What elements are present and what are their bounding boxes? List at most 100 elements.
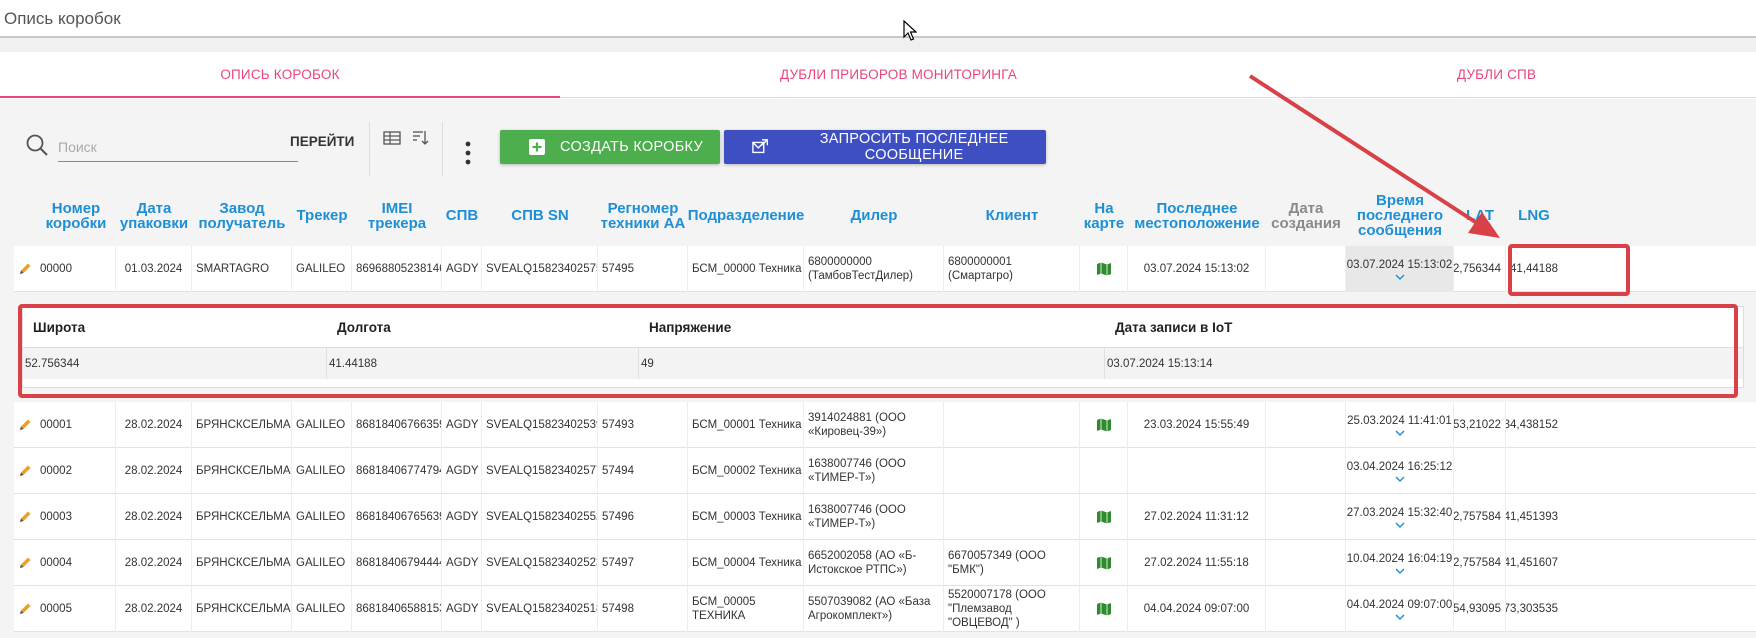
cell-client: [944, 402, 1080, 448]
pencil-icon[interactable]: [17, 555, 33, 571]
cell-last-message-time[interactable]: 04.04.2024 09:07:00: [1346, 586, 1454, 632]
tab-monitoring-duplicates[interactable]: ДУБЛИ ПРИБОРОВ МОНИТОРИНГА: [560, 52, 1237, 98]
col-spv[interactable]: СПВ: [442, 187, 482, 244]
cell-spv: AGDY: [442, 494, 482, 540]
page-title: Опись коробок: [4, 9, 121, 28]
cell-box-number: 00004: [36, 540, 116, 586]
col-division[interactable]: Подразделение: [688, 187, 805, 244]
search-input[interactable]: [58, 132, 298, 162]
cell-spv-sn: SVEALQ15823402523ZC: [482, 540, 598, 586]
search-icon[interactable]: [24, 132, 50, 158]
map-icon[interactable]: [1096, 418, 1112, 432]
table-row[interactable]: 00000 01.03.2024 SMARTAGRO GALILEO 86968…: [14, 246, 1756, 292]
col-box-number[interactable]: Номер коробки: [36, 187, 116, 244]
col-last-location[interactable]: Последнее местоположение: [1128, 187, 1266, 244]
col-lat[interactable]: LAT: [1454, 187, 1506, 244]
table-row[interactable]: 00003 28.02.2024 БРЯНСКСЕЛЬМАШ GALILEO 8…: [14, 494, 1756, 540]
more-options-icon[interactable]: [464, 140, 472, 168]
last-message-time-text: 04.04.2024 09:07:00: [1346, 599, 1453, 611]
cell-pack-date: 01.03.2024: [116, 246, 192, 292]
cell-imei: 869688052381466: [352, 246, 442, 292]
table-row[interactable]: 00002 28.02.2024 БРЯНСКСЕЛЬМАШ GALILEO 8…: [14, 448, 1756, 494]
cell-spv: AGDY: [442, 246, 482, 292]
cell-last-message-time[interactable]: 10.04.2024 16:04:19: [1346, 540, 1454, 586]
last-message-time-text: 10.04.2024 16:04:19: [1346, 553, 1453, 565]
cell-box-number: 00002: [36, 448, 116, 494]
col-on-map[interactable]: На карте: [1080, 187, 1128, 244]
cell-spv: AGDY: [442, 448, 482, 494]
pencil-icon[interactable]: [17, 261, 33, 277]
cell-division: БСМ_00004 Техника: [688, 540, 804, 586]
map-icon[interactable]: [1096, 556, 1112, 570]
col-pack-date[interactable]: Дата упаковки: [116, 187, 192, 244]
cell-tracker: GALILEO: [292, 494, 352, 540]
cell-tracker: GALILEO: [292, 246, 352, 292]
tab-spv-duplicates[interactable]: ДУБЛИ СПВ: [1237, 52, 1756, 98]
cell-regnum: 57494: [598, 448, 688, 494]
cell-tracker: GALILEO: [292, 586, 352, 632]
cell-last-message-time[interactable]: 03.07.2024 15:13:02: [1346, 246, 1454, 292]
col-tracker[interactable]: Трекер: [292, 187, 352, 244]
table-row[interactable]: 00005 28.02.2024 БРЯНСКСЕЛЬМАШ GALILEO 8…: [14, 586, 1756, 632]
create-box-button[interactable]: СОЗДАТЬ КОРОБКУ: [500, 130, 720, 164]
col-plant[interactable]: Завод получатель: [192, 187, 292, 244]
edit-cell: [14, 540, 36, 586]
goto-button[interactable]: ПЕРЕЙТИ: [290, 134, 354, 149]
pencil-icon[interactable]: [17, 509, 33, 525]
col-created-date[interactable]: Дата создания: [1266, 187, 1346, 244]
last-message-time-text: 25.03.2024 11:41:01: [1347, 415, 1452, 427]
cell-pack-date: 28.02.2024: [116, 448, 192, 494]
col-spv-sn[interactable]: СПВ SN: [482, 187, 598, 244]
cell-last-location: [1128, 448, 1266, 494]
edit-cell: [14, 494, 36, 540]
chevron-down-icon[interactable]: [1395, 522, 1405, 528]
col-dealer[interactable]: Дилер: [804, 187, 944, 244]
col-regnum[interactable]: Регномер техники АА: [598, 187, 688, 244]
cell-last-message-time[interactable]: 27.03.2024 15:32:40: [1346, 494, 1454, 540]
cell-on-map: [1080, 586, 1128, 632]
cell-client: 6800000001 (Смартагро): [944, 246, 1080, 292]
table-row[interactable]: 00001 28.02.2024 БРЯНСКСЕЛЬМАШ GALILEO 8…: [14, 402, 1756, 448]
cell-imei: 868184065881537: [352, 586, 442, 632]
chevron-down-icon[interactable]: [1395, 614, 1405, 620]
cell-pack-date: 28.02.2024: [116, 540, 192, 586]
col-last-message-time[interactable]: Время последнего сообщения: [1346, 187, 1454, 244]
last-message-time-text: 03.04.2024 16:25:12: [1346, 461, 1453, 473]
table-row[interactable]: 00004 28.02.2024 БРЯНСКСЕЛЬМАШ GALILEO 8…: [14, 540, 1756, 586]
chevron-down-icon[interactable]: [1395, 430, 1405, 436]
map-icon[interactable]: [1096, 510, 1112, 524]
chevron-down-icon[interactable]: [1395, 476, 1405, 482]
col-lng[interactable]: LNG: [1506, 187, 1562, 244]
cell-dealer: 1638007746 (ООО «ТИМЕР-Т»): [804, 494, 944, 540]
cell-last-message-time[interactable]: 25.03.2024 11:41:01: [1346, 402, 1454, 448]
pencil-icon[interactable]: [17, 417, 33, 433]
request-last-message-button[interactable]: ЗАПРОСИТЬ ПОСЛЕДНЕЕ СООБЩЕНИЕ: [724, 130, 1046, 164]
cell-last-location: 04.04.2024 09:07:00: [1128, 586, 1266, 632]
gray-strip: [0, 38, 1756, 52]
filter-sort-icon[interactable]: [410, 128, 430, 148]
cell-last-message-time[interactable]: 03.04.2024 16:25:12: [1346, 448, 1454, 494]
col-imei[interactable]: IMEI трекера: [352, 187, 442, 244]
pencil-icon[interactable]: [17, 601, 33, 617]
cell-box-number: 00000: [36, 246, 116, 292]
cell-dealer: 3914024881 (ООО «Кировец-39»): [804, 402, 944, 448]
cell-regnum: 57496: [598, 494, 688, 540]
map-icon[interactable]: [1096, 602, 1112, 616]
cell-plant: SMARTAGRO: [192, 246, 292, 292]
title-bar: Опись коробок: [0, 0, 1756, 38]
col-client[interactable]: Клиент: [944, 187, 1080, 244]
pencil-icon[interactable]: [17, 463, 33, 479]
chevron-down-icon[interactable]: [1395, 568, 1405, 574]
cell-spv-sn: SVEALQ15823402577ZC: [482, 448, 598, 494]
table-view-icon[interactable]: [382, 128, 402, 148]
cell-spv: AGDY: [442, 586, 482, 632]
last-message-time-text: 03.07.2024 15:13:02: [1346, 259, 1453, 271]
edit-cell: [14, 402, 36, 448]
map-icon[interactable]: [1096, 262, 1112, 276]
tab-box-inventory[interactable]: ОПИСЬ КОРОБОК: [0, 52, 560, 98]
cell-dealer: 1638007746 (ООО «ТИМЕР-Т»): [804, 448, 944, 494]
cell-lat: 52,757584: [1454, 540, 1506, 586]
tab-bar: ОПИСЬ КОРОБОК ДУБЛИ ПРИБОРОВ МОНИТОРИНГА…: [0, 52, 1756, 98]
cell-box-number: 00005: [36, 586, 116, 632]
chevron-down-icon[interactable]: [1395, 274, 1405, 280]
